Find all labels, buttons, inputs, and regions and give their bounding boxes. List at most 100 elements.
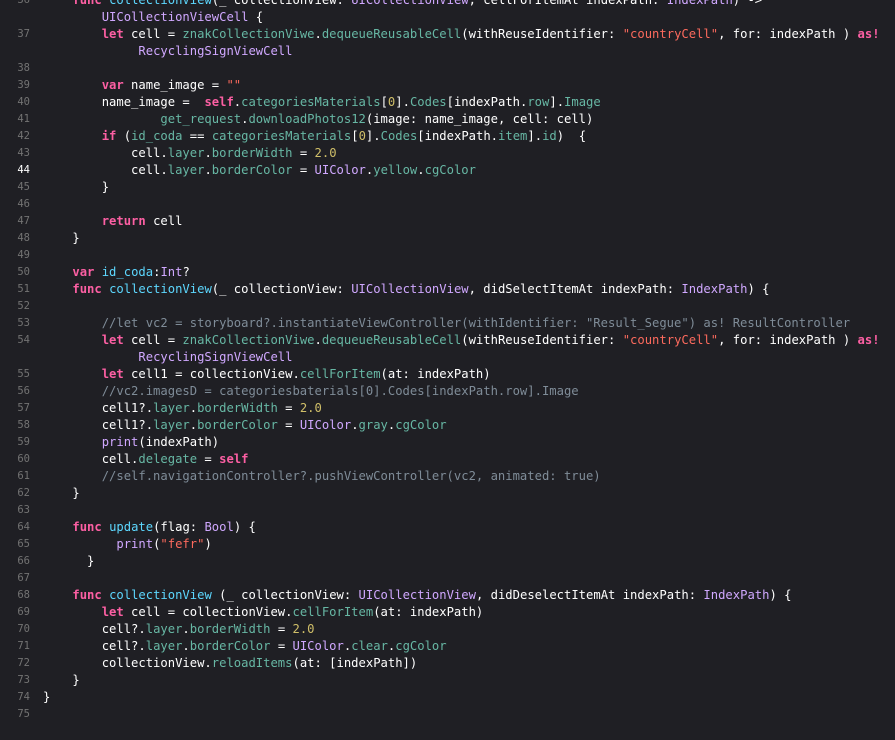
code-line[interactable]: 41 get_request.downloadPhotos12(image: n… [0,111,895,128]
code-text[interactable]: get_request.downloadPhotos12(image: name… [43,111,593,128]
code-text[interactable]: cell1?.layer.borderColor = UIColor.gray.… [43,417,447,434]
code-text[interactable]: print(indexPath) [43,434,219,451]
code-text[interactable]: //self.navigationController?.pushViewCon… [43,468,601,485]
code-line[interactable]: UICollectionViewCell { [0,9,895,26]
code-line[interactable]: 46 [0,196,895,213]
code-text[interactable]: func collectionView(_ collectionView: UI… [43,0,762,9]
code-token: id_coda [101,265,154,279]
code-line[interactable]: 40 name_image = self.categoriesMaterials… [0,94,895,111]
code-token: . [189,418,198,432]
code-line[interactable]: 56 //vc2.imagesD = categoriesbaterials[0… [0,383,895,400]
code-text[interactable]: cell1?.layer.borderWidth = 2.0 [43,400,322,417]
code-token: func [72,588,102,602]
code-token: [ [380,95,388,109]
code-token: Bool [204,520,234,534]
code-line[interactable]: 47 return cell [0,213,895,230]
code-line[interactable]: 69 let cell = collectionView.cellForItem… [0,604,895,621]
code-line[interactable]: 39 var name_image = "" [0,77,895,94]
code-line[interactable]: 75 [0,706,895,723]
code-line[interactable]: 70 cell?.layer.borderWidth = 2.0 [0,621,895,638]
code-line[interactable]: 72 collectionView.reloadItems(at: [index… [0,655,895,672]
code-line[interactable]: 42 if (id_coda == categoriesMaterials[0]… [0,128,895,145]
code-text[interactable]: cell.layer.borderColor = UIColor.yellow.… [43,162,476,179]
code-line[interactable]: 67 [0,570,895,587]
code-line[interactable]: 45 } [0,179,895,196]
code-text[interactable]: //vc2.imagesD = categoriesbaterials[0].C… [43,383,579,400]
code-editor[interactable]: 36 func collectionView(_ collectionView:… [0,0,895,740]
code-text[interactable]: cell.delegate = self [43,451,249,468]
line-number: 61 [17,470,30,482]
code-text[interactable]: } [43,179,109,196]
code-line[interactable]: 38 [0,60,895,77]
code-line[interactable]: 64 func update(flag: Bool) { [0,519,895,536]
code-text[interactable]: let cell1 = collectionView.cellForItem(a… [43,366,491,383]
code-token: . [204,163,212,177]
code-token: layer [167,163,205,177]
code-line[interactable]: 60 cell.delegate = self [0,451,895,468]
code-text[interactable]: collectionView.reloadItems(at: [indexPat… [43,655,418,672]
code-text[interactable]: print("fefr") [43,536,211,553]
code-line[interactable]: 61 //self.navigationController?.pushView… [0,468,895,485]
code-text[interactable]: func update(flag: Bool) { [43,519,255,536]
code-line[interactable]: 68 func collectionView (_ collectionView… [0,587,895,604]
code-line[interactable]: 55 let cell1 = collectionView.cellForIte… [0,366,895,383]
code-text[interactable]: name_image = self.categoriesMaterials[0]… [43,94,601,111]
code-line[interactable]: 51 func collectionView(_ collectionView:… [0,281,895,298]
code-text[interactable]: } [43,553,94,570]
code-line[interactable]: 37 let cell = znakCollectionViwe.dequeue… [0,26,895,43]
code-text[interactable]: if (id_coda == categoriesMaterials[0].Co… [43,128,586,145]
code-text[interactable]: let cell = collectionView.cellForItem(at… [43,604,484,621]
code-line[interactable]: 52 [0,298,895,315]
code-text[interactable]: let cell = znakCollectionViwe.dequeueReu… [43,26,880,43]
code-text[interactable]: //let vc2 = storyboard?.instantiateViewC… [43,315,850,332]
code-line[interactable]: 74} [0,689,895,706]
code-token: downloadPhotos12 [248,112,366,126]
code-line[interactable]: 54 let cell = znakCollectionViwe.dequeue… [0,332,895,349]
code-text[interactable]: var id_coda:Int? [43,264,189,281]
code-text[interactable]: RecyclingSignViewCell [43,43,292,60]
code-token: , for: indexPath ) [718,333,858,347]
code-line[interactable]: RecyclingSignViewCell [0,349,895,366]
code-line[interactable]: 49 [0,247,895,264]
code-text[interactable]: } [43,689,50,706]
code-line[interactable]: RecyclingSignViewCell [0,43,895,60]
code-line[interactable]: 43 cell.layer.borderWidth = 2.0 [0,145,895,162]
code-token: . [189,401,198,415]
code-text[interactable]: cell?.layer.borderWidth = 2.0 [43,621,315,638]
code-text[interactable]: return cell [43,213,183,230]
code-token: == [182,129,212,143]
line-number: 41 [17,113,30,125]
code-text[interactable]: } [43,485,79,502]
code-token: cell. [43,452,139,466]
code-line[interactable]: 66 } [0,553,895,570]
code-line[interactable]: 53 //let vc2 = storyboard?.instantiateVi… [0,315,895,332]
code-line[interactable]: 50 var id_coda:Int? [0,264,895,281]
code-line[interactable]: 62 } [0,485,895,502]
code-text[interactable]: cell?.layer.borderColor = UIColor.clear.… [43,638,447,655]
code-text[interactable]: let cell = znakCollectionViwe.dequeueReu… [43,332,880,349]
code-text[interactable]: cell.layer.borderWidth = 2.0 [43,145,336,162]
code-text[interactable]: func collectionView (_ collectionView: U… [43,587,791,604]
code-line[interactable]: 63 [0,502,895,519]
code-token: func [72,520,102,534]
code-line[interactable]: 57 cell1?.layer.borderWidth = 2.0 [0,400,895,417]
code-line[interactable]: 65 print("fefr") [0,536,895,553]
code-text[interactable]: RecyclingSignViewCell [43,349,292,366]
code-line[interactable]: 59 print(indexPath) [0,434,895,451]
code-token: . [182,639,190,653]
code-line[interactable]: 58 cell1?.layer.borderColor = UIColor.gr… [0,417,895,434]
code-text[interactable]: func collectionView(_ collectionView: UI… [43,281,769,298]
code-text[interactable]: } [43,230,79,247]
code-token: (withReuseIdentifier: [461,27,623,41]
code-line[interactable]: 73 } [0,672,895,689]
code-text[interactable]: UICollectionViewCell { [43,9,263,26]
code-line[interactable]: 44 cell.layer.borderColor = UIColor.yell… [0,162,895,179]
code-line[interactable]: 71 cell?.layer.borderColor = UIColor.cle… [0,638,895,655]
code-line[interactable]: 48 } [0,230,895,247]
code-text[interactable]: var name_image = "" [43,77,241,94]
code-text[interactable]: } [43,672,79,689]
code-line[interactable]: 36 func collectionView(_ collectionView:… [0,0,895,9]
line-number: 52 [17,300,30,312]
